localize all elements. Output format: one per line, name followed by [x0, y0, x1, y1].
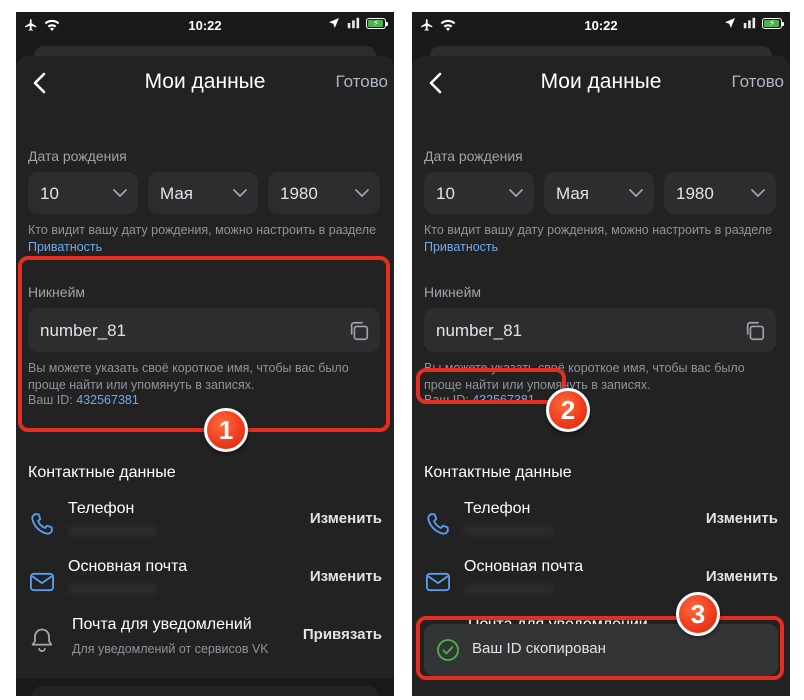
status-bar: 10:22 ⚡: [412, 12, 790, 42]
year-select[interactable]: 1980: [664, 172, 776, 214]
next-card: [32, 686, 378, 696]
birthdate-hint: Кто видит вашу дату рождения, можно наст…: [424, 222, 778, 256]
mail-icon: [425, 572, 451, 592]
month-value: Мая: [160, 184, 194, 203]
blurred-value: [68, 584, 158, 594]
contact-row-email[interactable]: Основная почта Изменить: [16, 558, 394, 614]
day-value: 10: [436, 184, 455, 203]
copy-icon[interactable]: [744, 320, 766, 342]
contacts-card: Контактные данные Телефон Изменить Основ…: [16, 434, 394, 696]
step-badge-3: 3: [676, 592, 720, 636]
highlight-box-user-id: [416, 368, 566, 404]
done-button[interactable]: Готово: [732, 72, 785, 92]
step-badge-1: 1: [204, 408, 248, 452]
blurred-value: [68, 526, 158, 536]
day-select[interactable]: 10: [28, 172, 138, 214]
phone-screen-right: 10:22 ⚡ Мои данные Готово Дата рождения …: [412, 12, 790, 696]
contact-row-email[interactable]: Основная почта Изменить: [412, 558, 790, 614]
birthdate-hint: Кто видит вашу дату рождения, можно наст…: [28, 222, 382, 256]
contact-title: Телефон: [464, 500, 531, 517]
privacy-link[interactable]: Приватность: [424, 240, 498, 254]
month-select[interactable]: Мая: [148, 172, 258, 214]
mail-icon: [29, 572, 55, 592]
contact-title: Основная почта: [464, 558, 584, 575]
chevron-down-icon: [509, 189, 523, 198]
contact-row-phone[interactable]: Телефон Изменить: [16, 500, 394, 556]
nickname-label: Никнейм: [424, 284, 482, 300]
nickname-input[interactable]: number_81: [424, 308, 776, 352]
step-badge-2: 2: [546, 388, 590, 432]
month-select[interactable]: Мая: [544, 172, 654, 214]
chevron-down-icon: [113, 189, 127, 198]
phone-screen-left: 10:22 ⚡ Мои данные Готово Дата рождения …: [16, 12, 394, 696]
contact-row-phone[interactable]: Телефон Изменить: [412, 500, 790, 556]
birthdate-hint-text: Кто видит вашу дату рождения, можно наст…: [424, 223, 773, 237]
status-bar: 10:22 ⚡: [16, 12, 394, 42]
highlight-box-nickname: [18, 256, 390, 432]
battery-icon: ⚡: [762, 17, 784, 29]
birthdate-label: Дата рождения: [424, 148, 523, 164]
change-phone-button[interactable]: Изменить: [706, 510, 778, 527]
chevron-down-icon: [751, 189, 765, 198]
day-value: 10: [40, 184, 59, 203]
month-value: Мая: [556, 184, 590, 203]
highlight-box-toast: [416, 616, 784, 680]
nickname-value: number_81: [436, 321, 523, 340]
privacy-link[interactable]: Приватность: [28, 240, 102, 254]
blurred-value: [464, 526, 554, 536]
link-email-button[interactable]: Привязать: [303, 626, 382, 643]
year-select[interactable]: 1980: [268, 172, 380, 214]
contact-title: Основная почта: [68, 558, 188, 575]
chevron-down-icon: [233, 189, 247, 198]
contact-title: Почта для уведомлений: [72, 616, 252, 633]
contact-subtitle: Для уведомлений от сервисов VK: [72, 642, 269, 656]
contacts-title: Контактные данные: [28, 464, 176, 481]
done-button[interactable]: Готово: [336, 72, 389, 92]
nav-bar: Мои данные Готово: [412, 56, 790, 108]
contact-row-notify-email[interactable]: Почта для уведомлений Для уведомлений от…: [16, 616, 394, 672]
contact-title: Телефон: [68, 500, 135, 517]
contacts-title: Контактные данные: [424, 464, 572, 481]
chevron-down-icon: [629, 189, 643, 198]
year-value: 1980: [280, 184, 318, 203]
chevron-down-icon: [355, 189, 369, 198]
location-arrow-icon: [725, 18, 735, 28]
battery-icon: ⚡: [366, 17, 388, 29]
day-select[interactable]: 10: [424, 172, 534, 214]
location-arrow-icon: [329, 18, 339, 28]
blurred-value: [464, 584, 554, 594]
change-email-button[interactable]: Изменить: [706, 568, 778, 585]
phone-icon: [427, 513, 449, 535]
bell-icon: [31, 628, 53, 652]
change-phone-button[interactable]: Изменить: [310, 510, 382, 527]
nav-bar: Мои данные Готово: [16, 56, 394, 108]
signal-icon: [743, 17, 756, 29]
birthdate-label: Дата рождения: [28, 148, 127, 164]
phone-icon: [31, 513, 53, 535]
change-email-button[interactable]: Изменить: [310, 568, 382, 585]
birthdate-hint-text: Кто видит вашу дату рождения, можно наст…: [28, 223, 377, 237]
year-value: 1980: [676, 184, 714, 203]
signal-icon: [347, 17, 360, 29]
